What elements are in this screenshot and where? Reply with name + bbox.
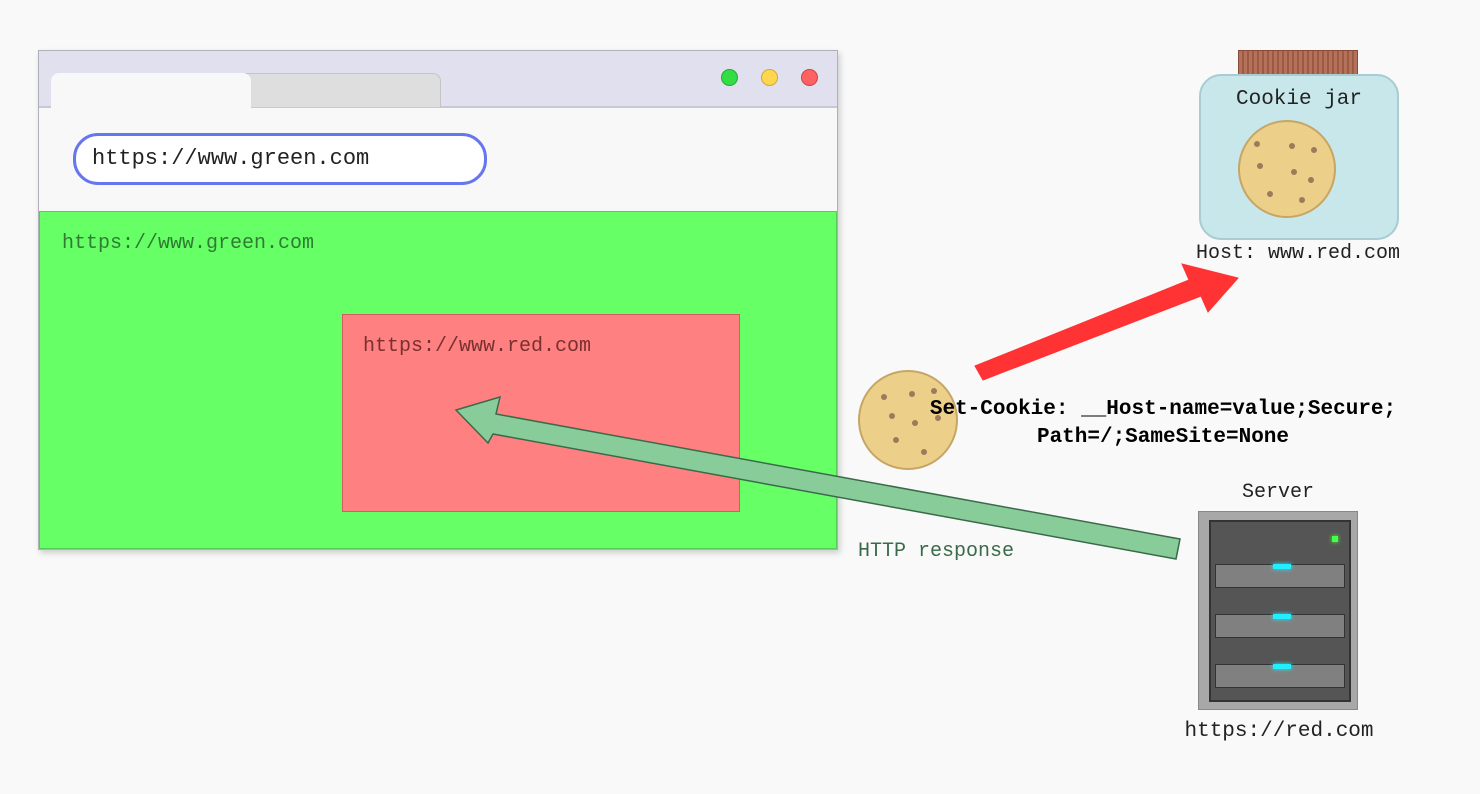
set-cookie-line-2: Path=/;SameSite=None [1036,426,1290,449]
set-cookie-header: Set-Cookie: __Host-name=value;Secure; Pa… [858,396,1468,452]
tab-active[interactable] [51,73,251,108]
store-cookie-arrow [974,263,1239,381]
set-cookie-line-1: Set-Cookie: __Host-name=value;Secure; [929,398,1397,421]
cookie-icon [1238,120,1336,218]
http-response-label: HTTP response [858,540,1015,563]
